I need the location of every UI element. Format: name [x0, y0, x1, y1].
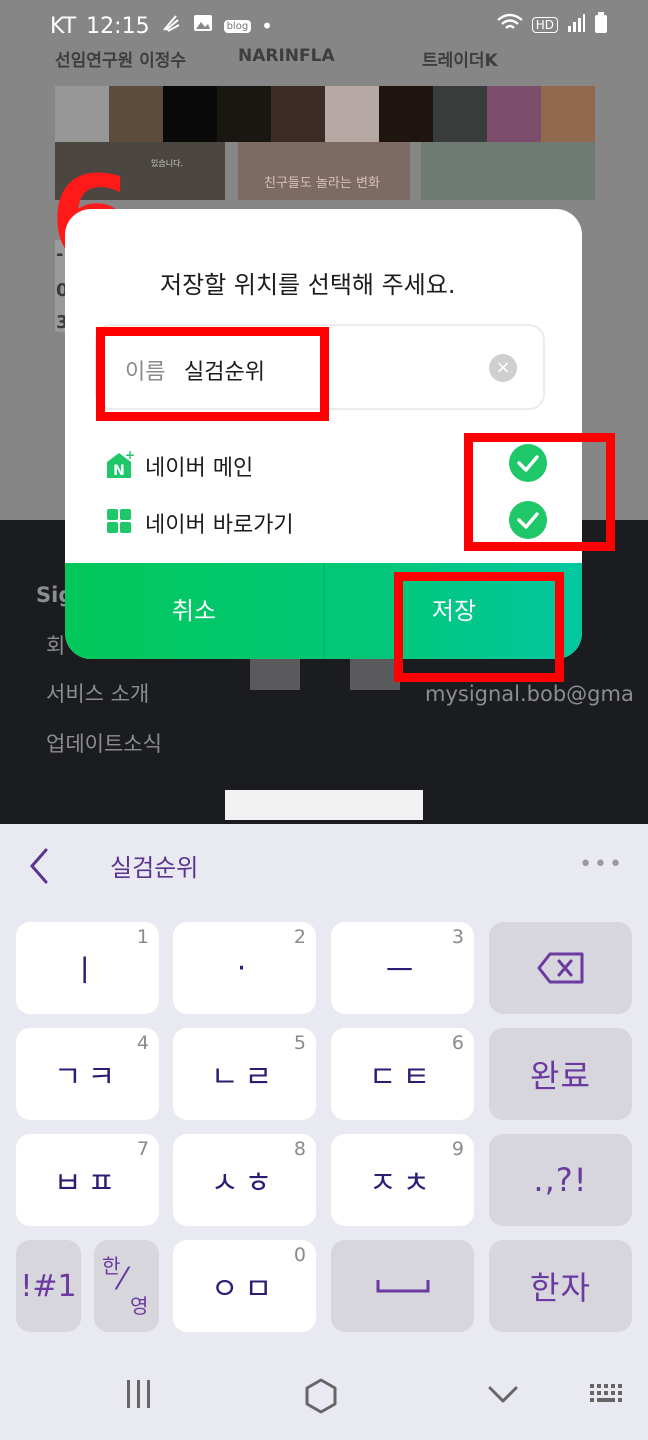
slash-divider: ⁄: [120, 1262, 126, 1297]
home-icon[interactable]: [303, 1376, 339, 1425]
background-white-bar: [225, 790, 423, 820]
option-label: 네이버 바로가기: [145, 513, 294, 538]
key-vowel-i[interactable]: 1 ㅣ: [16, 922, 159, 1014]
hanja-key[interactable]: 한자: [489, 1240, 632, 1332]
key-label: ㅈㅊ: [368, 1166, 437, 1201]
notification-broom-icon: [160, 12, 182, 40]
key-label: ㄴㄹ: [210, 1060, 279, 1095]
feed-author: NARINFLA: [238, 46, 335, 66]
keyboard-toolbar: 실검순위 •••: [0, 824, 648, 908]
key-label: ㅣ: [70, 954, 105, 989]
navigation-bar: [0, 1356, 648, 1440]
candidate-word[interactable]: 실검순위: [110, 848, 198, 883]
carrier-label: KT: [50, 13, 77, 39]
key-label: ·: [236, 950, 253, 986]
feed-author: 트레이더K: [422, 51, 498, 71]
space-icon: [331, 1240, 474, 1332]
naver-shortcut-icon: [105, 507, 133, 535]
footer-link[interactable]: 회: [46, 630, 65, 660]
key-label: .,?!: [533, 1161, 588, 1199]
hide-keyboard-icon[interactable]: [486, 1376, 520, 1421]
dot-icon: •: [261, 14, 273, 38]
cancel-button[interactable]: 취소: [65, 563, 323, 659]
space-key[interactable]: [331, 1240, 474, 1332]
feed-thumbnail[interactable]: [421, 142, 595, 200]
feed-thumbnail[interactable]: 친구들도 놀라는 변화: [238, 142, 410, 200]
footer-link-updates[interactable]: 업데이트소식: [46, 728, 162, 758]
key-label: 한자: [530, 1269, 591, 1307]
key-label: ㅂㅍ: [53, 1166, 122, 1201]
feed-author: 선임연구원 이정수: [55, 51, 187, 71]
key-vowel-eu[interactable]: 3 ㅡ: [331, 922, 474, 1014]
key-nieun-rieul[interactable]: 5 ㄴㄹ: [173, 1028, 316, 1120]
symbols-key[interactable]: !#1: [16, 1240, 81, 1332]
highlight-box-name: [96, 327, 329, 421]
key-siot-hieut[interactable]: 8 ㅅㅎ: [173, 1134, 316, 1226]
key-label: ㄱㅋ: [53, 1060, 122, 1095]
chevron-left-icon[interactable]: [24, 846, 54, 886]
highlight-box-save: [394, 572, 564, 682]
key-vowel-dot[interactable]: 2 ·: [173, 922, 316, 1014]
key-jieut-chieut[interactable]: 9 ㅈㅊ: [331, 1134, 474, 1226]
key-label: 완료: [530, 1057, 591, 1095]
keyboard: 실검순위 ••• 1 ㅣ 2 · 3 ㅡ 4 ㄱㅋ 5 ㄴㄹ 6 ㄷㅌ 완료 7…: [0, 824, 648, 1440]
feed-thumbnails: 있습니다. 친구들도 놀라는 변화: [55, 142, 595, 202]
signal-icon: [566, 13, 586, 37]
key-digeut-tieut[interactable]: 6 ㄷㅌ: [331, 1028, 474, 1120]
punctuation-key[interactable]: .,?!: [489, 1134, 632, 1226]
key-giyeok-kieuk[interactable]: 4 ㄱㅋ: [16, 1028, 159, 1120]
naver-main-icon: N +: [105, 448, 135, 479]
blog-icon: blog: [223, 19, 252, 33]
wifi-icon: [496, 12, 524, 38]
status-bar: KT 12:15 blog • HD: [0, 0, 648, 48]
recent-apps-icon[interactable]: [124, 1376, 154, 1421]
dialog-title: 저장할 위치를 선택해 주세요.: [160, 271, 456, 299]
language-toggle-key[interactable]: 한 ⁄ 영: [94, 1240, 159, 1332]
key-label: ㅇㅁ: [210, 1272, 279, 1307]
battery-icon: [594, 12, 608, 38]
backspace-key[interactable]: [489, 922, 632, 1014]
feed-author-row: 선임연구원 이정수 NARINFLA 트레이더K: [0, 46, 648, 76]
key-label: ㅅㅎ: [210, 1166, 279, 1201]
backspace-icon: [489, 922, 632, 1014]
clock: 12:15: [86, 13, 150, 39]
option-label: 네이버 메인: [145, 456, 254, 481]
footer-link-service-intro[interactable]: 서비스 소개: [46, 678, 149, 708]
key-label: !#1: [20, 1268, 77, 1304]
thumbnail-caption: 있습니다.: [151, 159, 183, 168]
svg-text:N: N: [113, 463, 125, 479]
clear-input-icon[interactable]: ×: [489, 354, 517, 382]
highlight-box-checks: [464, 433, 615, 551]
keyboard-switch-icon[interactable]: [588, 1376, 624, 1421]
key-label: ㄷㅌ: [368, 1060, 437, 1095]
done-key[interactable]: 완료: [489, 1028, 632, 1120]
more-options-icon[interactable]: •••: [579, 852, 624, 877]
key-label: ㅡ: [385, 954, 420, 989]
svg-text:+: +: [125, 450, 135, 462]
key-ieung-mieum[interactable]: 0 ㅇㅁ: [173, 1240, 316, 1332]
key-bieup-pieup[interactable]: 7 ㅂㅍ: [16, 1134, 159, 1226]
key-label-bottom: 영: [130, 1294, 149, 1318]
key-label-top: 한: [102, 1254, 121, 1278]
thumbnail-caption: 친구들도 놀라는 변화: [264, 176, 380, 191]
hd-voice-icon: HD: [531, 17, 558, 33]
pixelated-thumbnail-strip: [55, 86, 595, 142]
footer-email[interactable]: mysignal.bob@gma: [425, 682, 634, 706]
gallery-icon: [192, 12, 214, 40]
